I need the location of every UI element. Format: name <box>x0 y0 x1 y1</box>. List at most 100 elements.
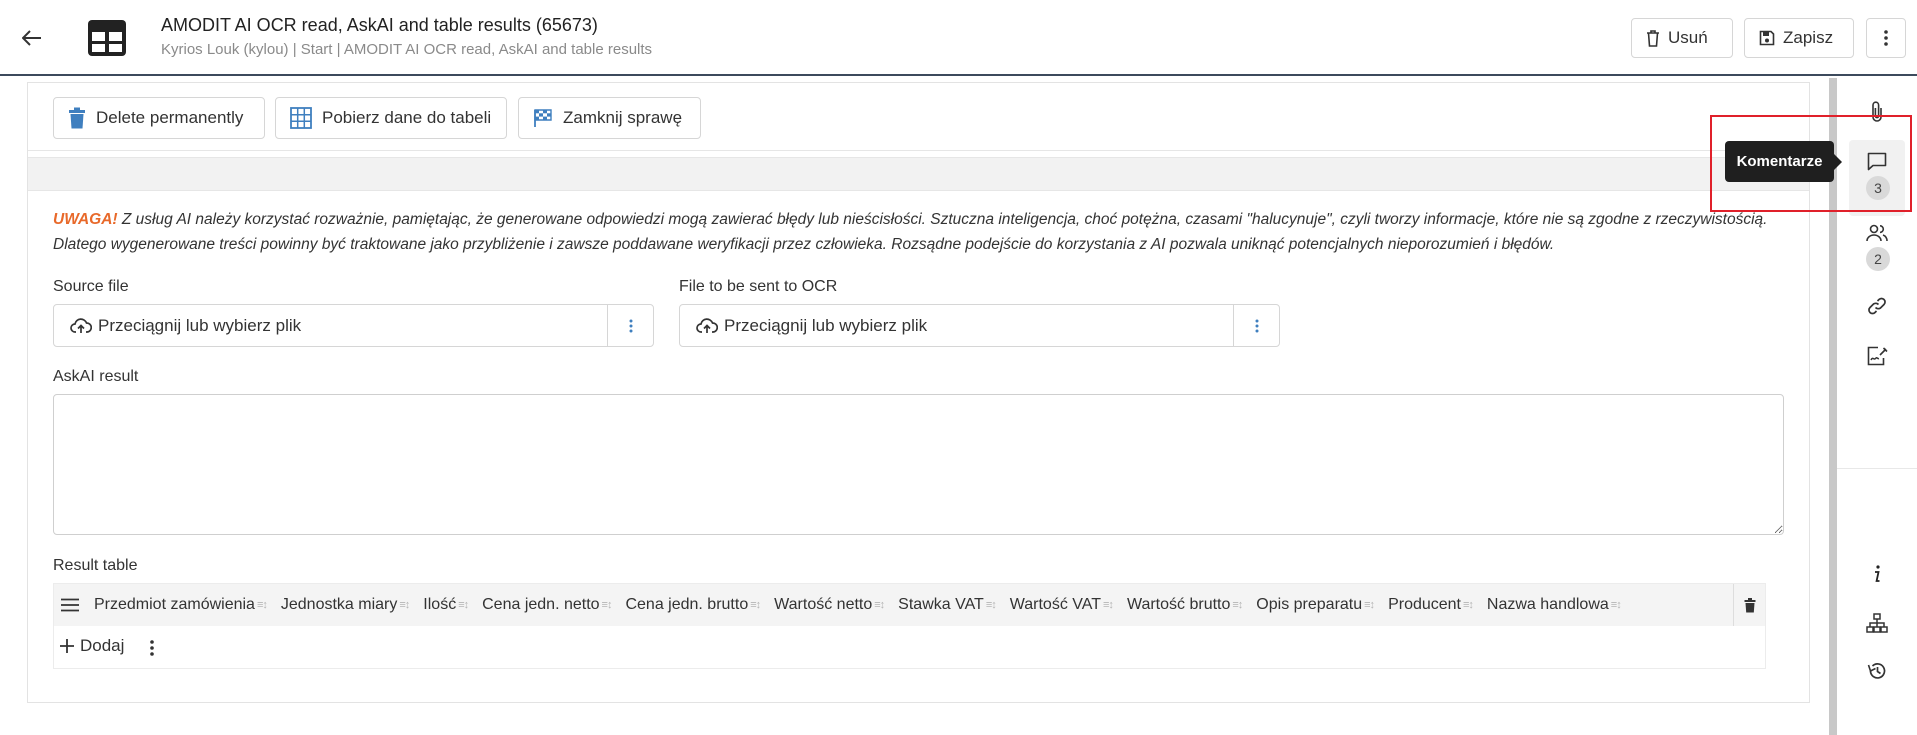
history-icon <box>1867 663 1886 679</box>
sort-icon: ≡↕ <box>399 599 410 611</box>
delete-permanently-button[interactable]: Delete permanently <box>53 97 265 139</box>
delete-rows-button[interactable] <box>1733 584 1765 626</box>
table-app-icon <box>88 20 126 56</box>
delete-button[interactable]: Usuń <box>1631 18 1733 58</box>
add-row-button[interactable]: Dodaj <box>60 636 124 656</box>
column-header[interactable]: Wartość netto ≡↕ <box>766 584 890 626</box>
column-header-label: Cena jedn. netto <box>482 596 600 613</box>
source-file-menu-button[interactable] <box>607 305 653 346</box>
column-header[interactable]: Cena jedn. netto ≡↕ <box>474 584 617 626</box>
cloud-upload-icon <box>696 317 718 333</box>
page-title: AMODIT AI OCR read, AskAI and table resu… <box>161 15 598 35</box>
sort-icon: ≡↕ <box>1364 599 1375 611</box>
trash-icon <box>1744 597 1755 612</box>
more-vertical-icon <box>1255 319 1258 332</box>
source-file-label: Source file <box>53 278 129 295</box>
column-header-label: Stawka VAT <box>898 596 984 613</box>
process-map-button[interactable] <box>1858 608 1896 638</box>
save-button-label: Zapisz <box>1783 28 1834 47</box>
back-button[interactable] <box>18 24 46 52</box>
delete-permanently-label: Delete permanently <box>96 108 244 127</box>
signature-button[interactable] <box>1858 341 1896 371</box>
fetch-table-data-label: Pobierz dane do tabeli <box>322 108 492 127</box>
participants-count-badge: 2 <box>1866 247 1890 271</box>
sort-icon: ≡↕ <box>750 599 761 611</box>
column-menu-button[interactable] <box>54 584 86 626</box>
column-header-label: Wartość netto <box>774 596 873 613</box>
source-file-dropzone[interactable]: Przeciągnij lub wybierz plik <box>54 305 607 346</box>
source-file-upload: Przeciągnij lub wybierz plik <box>53 304 654 347</box>
action-toolbar: Delete permanently Pobierz dane do tabel… <box>28 83 1809 151</box>
result-table: Przedmiot zamówienia ≡↕ Jednostka miary ≡↕… <box>53 583 1766 669</box>
column-header[interactable]: Nazwa handlowa ≡↕ <box>1479 584 1627 626</box>
source-file-drop-text: Przeciągnij lub wybierz plik <box>98 315 302 335</box>
column-header[interactable]: Opis preparatu ≡↕ <box>1248 584 1380 626</box>
column-header[interactable]: Jednostka miary ≡↕ <box>273 584 415 626</box>
table-more-options-button[interactable] <box>150 640 154 656</box>
askai-result-textarea[interactable] <box>53 394 1784 535</box>
more-options-button[interactable] <box>1866 18 1906 58</box>
sort-icon: ≡↕ <box>1103 599 1114 611</box>
save-button[interactable]: Zapisz <box>1744 18 1854 58</box>
askai-result-label: AskAI result <box>53 368 139 385</box>
users-icon <box>1866 224 1888 242</box>
result-table-label: Result table <box>53 557 138 574</box>
warning-label: UWAGA! <box>53 211 118 228</box>
column-header-label: Opis preparatu <box>1256 596 1363 613</box>
more-vertical-icon <box>1884 30 1888 46</box>
column-header-label: Ilość <box>423 596 457 613</box>
participants-button[interactable] <box>1858 218 1896 248</box>
sort-icon: ≡↕ <box>601 599 613 611</box>
column-header-label: Przedmiot zamówienia <box>94 596 255 613</box>
column-header-label: Producent <box>1388 596 1461 613</box>
table-header-row: Przedmiot zamówienia ≡↕ Jednostka miary ≡↕… <box>54 584 1765 626</box>
page-header: AMODIT AI OCR read, AskAI and table resu… <box>0 0 1917 76</box>
fetch-table-data-button[interactable]: Pobierz dane do tabeli <box>275 97 507 139</box>
warning-body: Z usług AI należy korzystać rozważnie, p… <box>53 211 1768 253</box>
arrow-left-icon <box>22 30 41 46</box>
ocr-file-menu-button[interactable] <box>1233 305 1279 346</box>
sort-icon: ≡↕ <box>1232 599 1243 611</box>
column-header[interactable]: Ilość ≡↕ <box>415 584 474 626</box>
form-card: Delete permanently Pobierz dane do tabel… <box>27 82 1810 703</box>
column-header-label: Cena jedn. brutto <box>625 596 749 613</box>
sort-icon: ≡↕ <box>458 599 469 611</box>
sort-icon: ≡↕ <box>256 599 268 611</box>
sort-icon: ≡↕ <box>1610 599 1622 611</box>
save-icon <box>1759 30 1775 46</box>
link-icon <box>1868 297 1886 315</box>
sitemap-icon <box>1866 613 1888 633</box>
cloud-upload-icon <box>70 317 92 333</box>
ocr-file-upload: Przeciągnij lub wybierz plik <box>679 304 1280 347</box>
related-links-button[interactable] <box>1858 291 1896 321</box>
ocr-file-label: File to be sent to OCR <box>679 278 838 295</box>
column-header[interactable]: Producent ≡↕ <box>1380 584 1479 626</box>
ocr-file-dropzone[interactable]: Przeciągnij lub wybierz plik <box>680 305 1233 346</box>
ai-warning-text: UWAGA! Z usług AI należy korzystać rozwa… <box>53 207 1793 257</box>
column-header[interactable]: Wartość VAT ≡↕ <box>1002 584 1119 626</box>
column-header[interactable]: Przedmiot zamówienia ≡↕ <box>86 584 273 626</box>
column-header-label: Jednostka miary <box>280 596 398 613</box>
column-header[interactable]: Cena jedn. brutto ≡↕ <box>617 584 766 626</box>
document-sign-icon <box>1867 346 1888 366</box>
hamburger-icon <box>61 598 79 612</box>
add-row-label: Dodaj <box>80 636 125 655</box>
info-icon <box>1875 565 1880 582</box>
column-header[interactable]: Wartość brutto ≡↕ <box>1119 584 1248 626</box>
sort-icon: ≡↕ <box>874 599 885 611</box>
breadcrumb: Kyrios Louk (kylou) | Start | AMODIT AI … <box>161 41 653 58</box>
column-header-label: Nazwa handlowa <box>1486 596 1609 613</box>
checkered-flag-icon <box>534 109 552 127</box>
column-header-label: Wartość VAT <box>1009 596 1102 613</box>
close-case-button[interactable]: Zamknij sprawę <box>518 97 701 139</box>
column-header[interactable]: Stawka VAT ≡↕ <box>890 584 1002 626</box>
delete-button-label: Usuń <box>1668 28 1708 47</box>
history-button[interactable] <box>1858 656 1896 686</box>
trash-icon <box>69 107 85 129</box>
trash-icon <box>1647 30 1659 47</box>
annotation-highlight-box <box>1710 115 1912 212</box>
info-button[interactable] <box>1858 559 1896 589</box>
grid-icon <box>290 107 312 129</box>
plus-icon <box>60 639 74 653</box>
column-header-label: Wartość brutto <box>1126 596 1231 613</box>
